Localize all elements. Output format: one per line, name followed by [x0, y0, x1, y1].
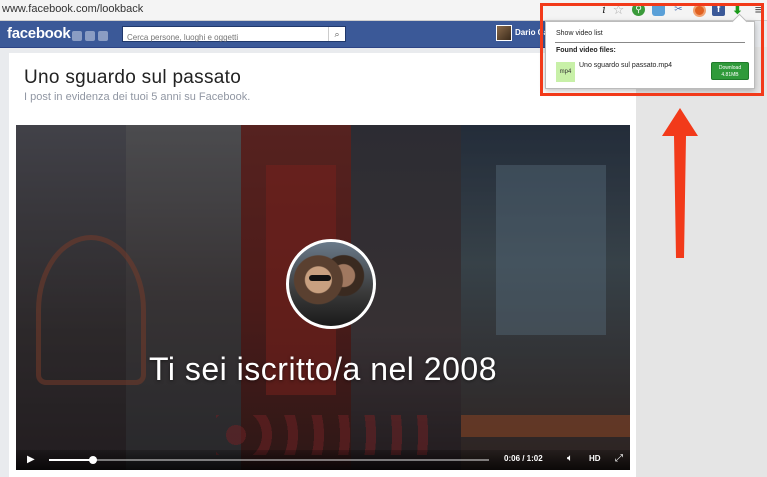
search-input[interactable]	[123, 30, 331, 45]
profile-photo-circle	[286, 239, 376, 329]
video-player[interactable]: Ti sei iscritto/a nel 2008 ▶ 0:06 / 1:02…	[16, 125, 630, 470]
page-subtitle: I post in evidenza dei tuoi 5 anni su Fa…	[24, 91, 251, 103]
notification-icons	[72, 28, 111, 46]
friend-requests-icon[interactable]	[72, 31, 82, 41]
address-bar[interactable]: www.facebook.com/lookback	[2, 3, 143, 15]
volume-icon[interactable]: 🔈︎	[567, 453, 573, 464]
avatar[interactable]	[496, 25, 512, 41]
search-box: ⌕	[122, 26, 346, 45]
video-time: 0:06 / 1:02	[504, 454, 543, 463]
progress-scrubber[interactable]	[89, 456, 97, 464]
red-arrow-annotation	[662, 108, 698, 258]
fullscreen-icon[interactable]: ⤢	[615, 453, 623, 464]
notifications-icon[interactable]	[98, 31, 108, 41]
video-overlay-text: Ti sei iscritto/a nel 2008	[149, 351, 497, 387]
video-controls: ▶ 0:06 / 1:02 🔈︎ HD ⤢	[16, 450, 630, 470]
sunglasses-shape	[309, 275, 331, 281]
play-icon[interactable]: ▶	[27, 454, 35, 465]
right-sidebar	[636, 47, 767, 477]
search-icon[interactable]: ⌕	[328, 27, 345, 41]
facebook-logo[interactable]: facebook	[7, 25, 71, 42]
page-title: Uno sguardo sul passato	[24, 67, 242, 88]
messages-icon[interactable]	[85, 31, 95, 41]
progress-track[interactable]	[49, 456, 489, 464]
highlight-box	[540, 3, 764, 96]
hd-button[interactable]: HD	[589, 454, 601, 463]
progress-fill	[49, 459, 93, 461]
